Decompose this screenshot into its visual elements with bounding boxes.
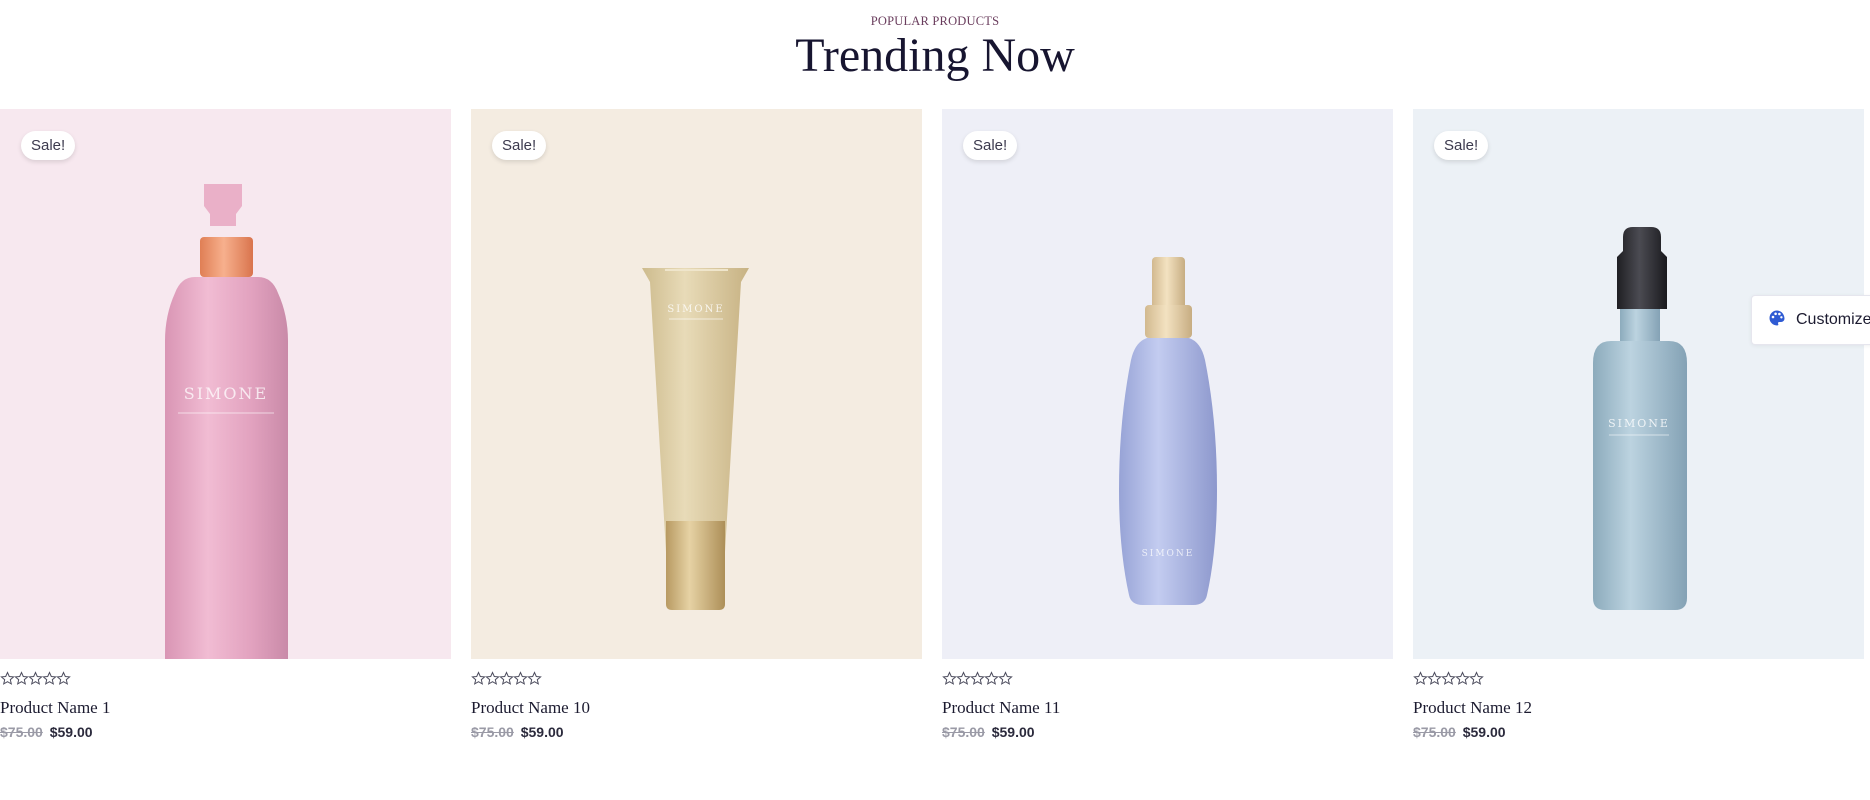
lavender-spray-bottle-image: SIMONE (1119, 257, 1217, 605)
sale-price: $59.00 (1462, 724, 1506, 740)
brand-label: SIMONE (1142, 549, 1195, 559)
section-title: Trending Now (795, 29, 1075, 82)
product-price: $75.00 $59.00 (1413, 724, 1864, 740)
sale-badge: Sale! (963, 131, 1018, 160)
sale-price: $59.00 (520, 724, 564, 740)
product-card[interactable]: SIMONE Sale! Product Name 1 $75.00 $59.0… (0, 109, 451, 740)
product-price: $75.00 $59.00 (942, 724, 1393, 740)
product-card[interactable]: SIMONE Sale! Product Name 10 $75.00 $59.… (471, 109, 922, 740)
brand-label: SIMONE (1608, 417, 1670, 430)
product-name[interactable]: Product Name 1 (0, 698, 451, 718)
star-rating (471, 671, 922, 687)
product-name[interactable]: Product Name 12 (1413, 698, 1864, 718)
product-price: $75.00 $59.00 (471, 724, 922, 740)
sale-price: $59.00 (991, 724, 1035, 740)
product-card[interactable]: SIMONE Sale! Product Name 11 $75.00 $59.… (942, 109, 1393, 740)
product-image[interactable]: SIMONE Sale! (471, 109, 922, 659)
product-name[interactable]: Product Name 10 (471, 698, 922, 718)
sale-badge: Sale! (492, 131, 547, 160)
product-price: $75.00 $59.00 (0, 724, 451, 740)
gold-tube-image: SIMONE (642, 268, 749, 610)
pink-pump-bottle-image: SIMONE (165, 184, 288, 659)
old-price: $75.00 (471, 724, 514, 740)
old-price: $75.00 (0, 724, 43, 740)
customize-label: Customize (1796, 311, 1870, 328)
star-rating (0, 671, 451, 687)
old-price: $75.00 (1413, 724, 1456, 740)
product-image[interactable]: SIMONE Sale! (0, 109, 451, 659)
section-eyebrow: POPULAR PRODUCTS (870, 14, 1000, 28)
palette-icon (1768, 309, 1786, 332)
customize-button[interactable]: Customize (1751, 295, 1870, 345)
product-name[interactable]: Product Name 11 (942, 698, 1393, 718)
star-rating (1413, 671, 1864, 687)
brand-label: SIMONE (184, 384, 268, 403)
old-price: $75.00 (942, 724, 985, 740)
star-rating (942, 671, 1393, 687)
sale-badge: Sale! (1434, 131, 1489, 160)
sale-badge: Sale! (21, 131, 76, 160)
product-image[interactable]: SIMONE Sale! (1413, 109, 1864, 659)
brand-label: SIMONE (667, 304, 724, 315)
product-grid: SIMONE Sale! Product Name 1 $75.00 $59.0… (0, 109, 1864, 740)
product-image[interactable]: SIMONE Sale! (942, 109, 1393, 659)
sale-price: $59.00 (49, 724, 93, 740)
product-card[interactable]: SIMONE Sale! Product Name 12 $75.00 $59.… (1413, 109, 1864, 740)
blue-dropper-bottle-image: SIMONE (1593, 227, 1687, 610)
